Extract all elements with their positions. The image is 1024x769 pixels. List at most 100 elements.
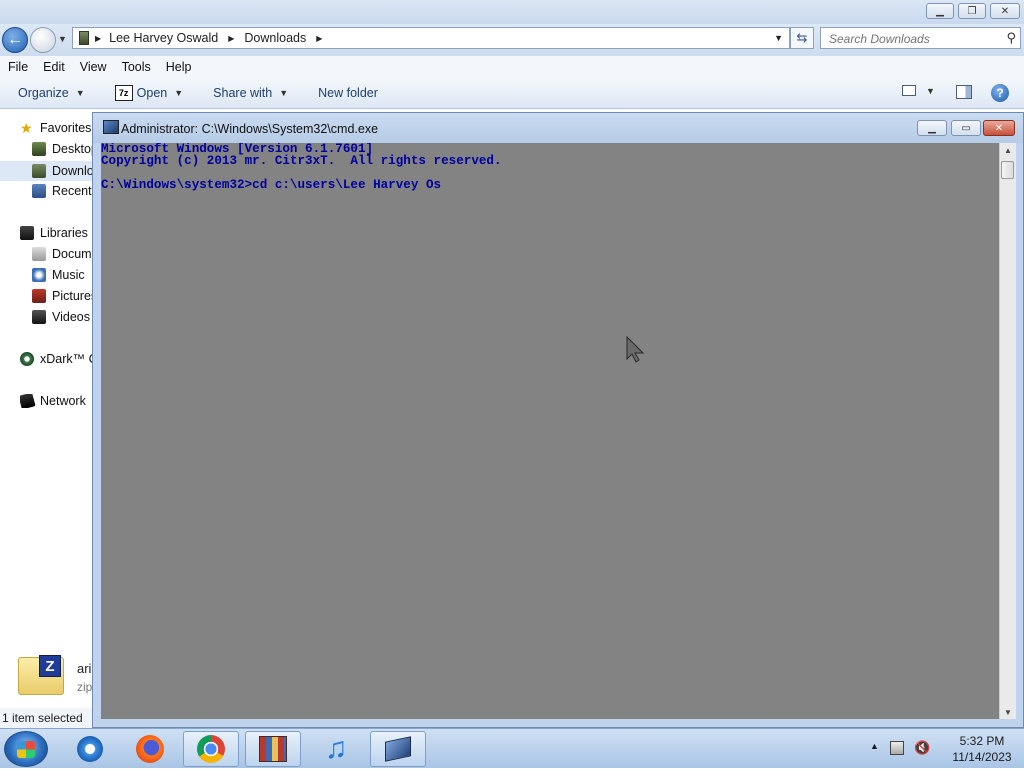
open-label: Open (136, 86, 168, 100)
console-line: Copyright (c) 2013 mr. Citr3xT. All righ… (101, 154, 502, 168)
address-dropdown-icon[interactable]: ▼ (774, 33, 783, 43)
volume-muted-icon[interactable]: 🔇 (914, 740, 930, 756)
nav-music-label: Music (52, 268, 85, 282)
windows-logo-icon (17, 741, 35, 758)
back-button[interactable]: ← (2, 27, 28, 53)
chevron-down-icon: ▼ (174, 88, 184, 98)
chevron-right-icon[interactable]: ▶ (95, 34, 101, 43)
taskbar-firefox[interactable] (122, 731, 178, 767)
search-box[interactable]: ⚲ (820, 27, 1021, 49)
nav-network[interactable]: Network (20, 394, 86, 408)
nav-pictures[interactable]: Pictures (32, 289, 97, 303)
chevron-down-icon: ▼ (926, 85, 935, 96)
menu-edit[interactable]: Edit (35, 60, 72, 74)
scrollbar-thumb[interactable] (1001, 161, 1014, 179)
cmd-icon (103, 120, 119, 134)
new-folder-label: New folder (318, 86, 378, 100)
nav-homegroup-label: xDark™ C (40, 352, 98, 366)
cmd-close-button[interactable]: ✕ (983, 120, 1015, 136)
preview-pane-icon[interactable] (956, 85, 972, 99)
nav-pictures-label: Pictures (52, 289, 98, 303)
folder-icon (79, 31, 89, 45)
organize-label: Organize (18, 86, 69, 100)
command-prompt-icon (385, 736, 411, 762)
clock-date[interactable]: 11/14/2023 (944, 750, 1020, 764)
scroll-down-arrow-icon[interactable]: ▼ (1000, 705, 1016, 719)
address-bar[interactable]: ▶ Lee Harvey Oswald ▶ Downloads ▶ ▼ (72, 27, 790, 49)
libraries-icon (20, 226, 34, 240)
organize-button[interactable]: Organize ▼ (18, 86, 85, 100)
nav-libraries[interactable]: Libraries (20, 226, 88, 240)
taskbar-media-player[interactable]: ♫ (308, 731, 364, 767)
network-tray-icon[interactable] (890, 741, 904, 755)
nav-desktop[interactable]: Desktop (32, 142, 98, 156)
open-button[interactable]: 7z Open ▼ (114, 85, 184, 101)
cmd-minimize-button[interactable]: ▁ (917, 120, 947, 136)
nav-videos[interactable]: Videos (32, 310, 90, 324)
explorer-titlebar: ▁ ❐ ✕ (0, 0, 1024, 24)
help-icon[interactable]: ? (991, 84, 1009, 102)
scroll-up-arrow-icon[interactable]: ▲ (1000, 143, 1016, 157)
chevron-right-icon[interactable]: ▶ (228, 34, 234, 43)
recent-places-icon (32, 184, 46, 198)
music-icon (32, 268, 46, 282)
cmd-scrollbar[interactable]: ▲ ▼ (999, 143, 1016, 719)
documents-icon (32, 247, 46, 261)
close-button[interactable]: ✕ (990, 3, 1020, 19)
nav-documents-label: Docum (52, 247, 92, 261)
share-with-button[interactable]: Share with ▼ (213, 86, 288, 100)
chrome-icon (197, 735, 225, 763)
taskbar-archive-manager[interactable] (245, 731, 301, 767)
nav-favorites-label: Favorites (40, 121, 92, 135)
homegroup-icon (20, 352, 34, 366)
start-button[interactable] (4, 731, 48, 767)
menu-file[interactable]: File (0, 60, 35, 74)
cmd-maximize-button[interactable]: ▭ (951, 120, 981, 136)
taskbar-chrome[interactable] (183, 731, 239, 767)
forward-button[interactable] (30, 27, 56, 53)
menu-help[interactable]: Help (158, 60, 199, 74)
restore-button[interactable]: ❐ (958, 3, 986, 19)
change-view-button[interactable]: ▼ (902, 85, 935, 96)
nav-music[interactable]: Music (32, 268, 85, 282)
chevron-right-icon[interactable]: ▶ (316, 34, 322, 43)
clock-time[interactable]: 5:32 PM (944, 734, 1020, 748)
nav-videos-label: Videos (52, 310, 90, 324)
console-output[interactable]: Microsoft Windows [Version 6.1.7601] Cop… (101, 143, 999, 719)
menu-tools[interactable]: Tools (114, 60, 158, 74)
nav-network-label: Network (40, 394, 86, 408)
menu-view[interactable]: View (72, 60, 114, 74)
breadcrumb-item-user[interactable]: Lee Harvey Oswald (109, 31, 218, 45)
recent-pages-dropdown[interactable]: ▼ (58, 34, 67, 44)
search-icon[interactable]: ⚲ (1006, 30, 1016, 46)
status-bar: 1 item selected (0, 708, 92, 728)
nav-recent[interactable]: Recent (32, 184, 92, 198)
music-note-icon: ♫ (324, 732, 348, 765)
mouse-cursor-icon (626, 335, 645, 363)
nav-desktop-label: Desktop (52, 142, 98, 156)
nav-downloads[interactable]: Downlo (0, 161, 92, 181)
system-tray: ▲ 🔇 5:32 PM 11/14/2023 (864, 729, 1024, 769)
nav-homegroup[interactable]: xDark™ C (20, 352, 98, 366)
taskbar-internet-explorer[interactable]: e (62, 731, 118, 767)
refresh-button[interactable]: ⇆ (790, 27, 814, 49)
selected-file-type: zip (77, 680, 93, 694)
nav-documents[interactable]: Docum (32, 247, 92, 261)
cmd-titlebar[interactable]: Administrator: C:\Windows\System32\cmd.e… (93, 113, 1023, 143)
show-hidden-icons-icon[interactable]: ▲ (870, 741, 879, 751)
view-icon (902, 85, 916, 96)
firefox-icon (136, 735, 164, 763)
command-bar: Organize ▼ 7z Open ▼ Share with ▼ New fo… (0, 78, 1024, 109)
menu-bar: File Edit View Tools Help (0, 56, 1024, 78)
star-icon: ★ (20, 121, 33, 135)
search-input[interactable] (827, 29, 1001, 49)
cmd-window[interactable]: Administrator: C:\Windows\System32\cmd.e… (92, 112, 1024, 728)
internet-explorer-icon: e (77, 736, 103, 762)
minimize-button[interactable]: ▁ (926, 3, 954, 19)
taskbar-command-prompt[interactable] (370, 731, 426, 767)
videos-icon (32, 310, 46, 324)
network-icon (20, 394, 36, 408)
breadcrumb-item-downloads[interactable]: Downloads (244, 31, 306, 45)
new-folder-button[interactable]: New folder (318, 86, 378, 100)
nav-favorites[interactable]: ★ Favorites (20, 121, 91, 135)
